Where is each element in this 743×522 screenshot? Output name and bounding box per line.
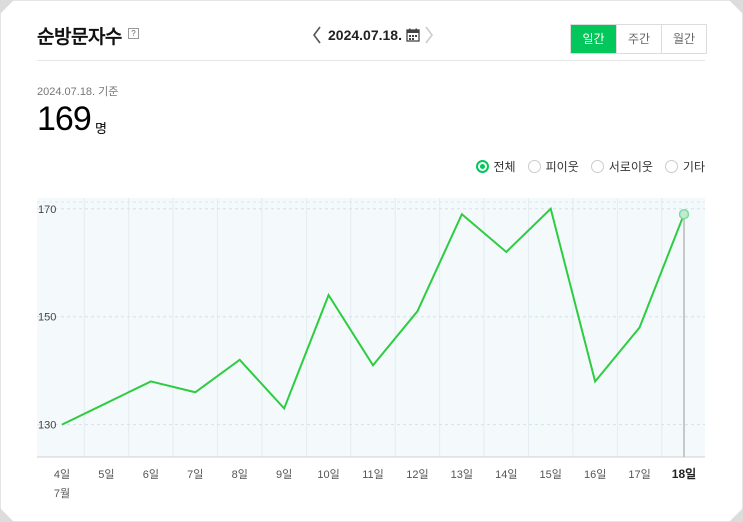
data-point-highlight [678,208,690,220]
x-tick-label: 17일 [628,467,650,481]
visitor-line-chart: 130 150 170 4일 5일 6일 7일 8일 9일 10일 11일 12일 13일 14일 15일 1… [37,198,705,500]
x-tick-label: 10일 [317,467,339,481]
x-tick-label: 13일 [451,467,473,481]
plot-area [37,198,705,457]
x-tick-label: 16일 [584,467,606,481]
y-tick-label: 130 [38,420,56,432]
x-tick-label: 4일 [54,467,70,481]
x-tick-label: 9일 [276,467,292,481]
x-tick-label: 7일 [187,467,203,481]
x-tick-label: 15일 [540,467,562,481]
x-tick-label: 11일 [362,467,384,481]
x-month-label: 7월 [54,487,70,500]
x-tick-label: 18일 [672,467,696,481]
x-tick-label: 8일 [232,467,248,481]
x-tick-label: 14일 [495,467,517,481]
x-tick-label: 5일 [98,467,114,481]
y-tick-label: 170 [38,204,56,216]
x-tick-label: 12일 [406,467,428,481]
x-tick-label: 6일 [143,467,159,481]
y-tick-label: 150 [38,312,56,324]
